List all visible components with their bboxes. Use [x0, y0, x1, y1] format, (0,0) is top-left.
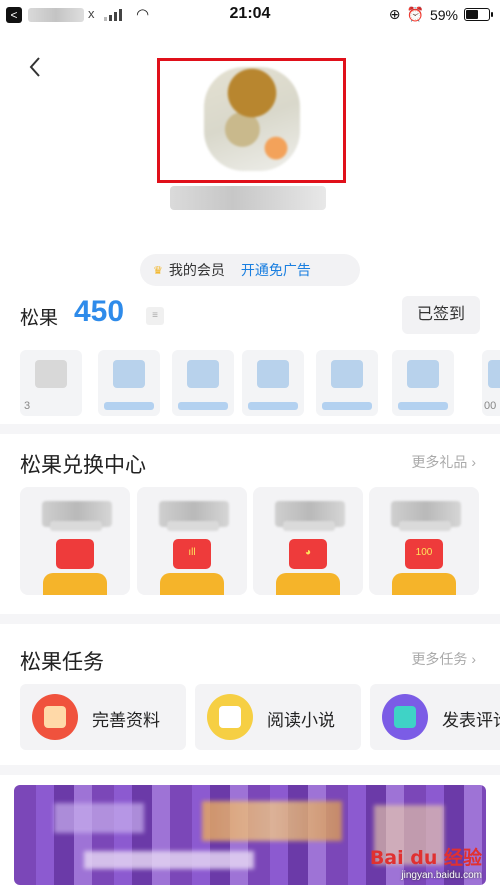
day-card[interactable]	[392, 350, 454, 416]
gift-card[interactable]: ıll	[137, 487, 247, 595]
alarm-icon: ⏰	[406, 6, 424, 22]
section-divider	[0, 424, 500, 434]
watermark-logo: Bai du 经验	[369, 847, 482, 869]
rotation-lock-icon: ⊕	[388, 6, 401, 22]
points-detail-icon[interactable]: ≡	[146, 307, 164, 325]
ad-free-link[interactable]: 开通免广告	[241, 260, 311, 280]
task-card-profile[interactable]: 完善资料	[20, 684, 186, 750]
task-label: 发表评论	[442, 711, 500, 730]
status-bar: < x ◠ 21:04 ⊕ ⏰ 59%	[0, 0, 500, 30]
checkin-days-strip[interactable]: 3 00	[20, 350, 500, 416]
task-label: 完善资料	[92, 711, 160, 730]
battery-fill	[466, 10, 478, 19]
crown-icon: ♛	[153, 264, 163, 277]
promo-banner[interactable]: Bai du 经验 jingyan.baidu.com	[14, 785, 486, 885]
more-gifts-link[interactable]: 更多礼品 ›	[411, 452, 476, 472]
day-card[interactable]: 3	[20, 350, 82, 416]
back-button[interactable]	[24, 55, 48, 79]
checkin-button[interactable]: 已签到	[402, 296, 480, 334]
day-card[interactable]	[172, 350, 234, 416]
day-card[interactable]	[98, 350, 160, 416]
member-bar[interactable]: ♛ 我的会员 开通免广告	[140, 254, 360, 286]
battery-icon	[464, 8, 493, 21]
chevron-left-icon	[29, 57, 40, 77]
comment-icon	[382, 694, 428, 740]
section-divider	[0, 765, 500, 775]
day-card[interactable]: 00	[482, 350, 500, 416]
points-label: 松果	[20, 308, 59, 329]
baidu-jingyan-watermark: Bai du 经验 jingyan.baidu.com	[370, 843, 482, 881]
member-label: 我的会员	[168, 262, 225, 278]
day-card[interactable]	[316, 350, 378, 416]
exchange-title: 松果兑换中心	[20, 454, 146, 477]
task-label: 阅读小说	[267, 711, 335, 730]
day-reward-text: 3	[24, 400, 31, 412]
username-blurred	[170, 186, 326, 210]
task-card-read[interactable]: 阅读小说	[195, 684, 361, 750]
battery-percent: 59%	[429, 6, 458, 23]
points-value: 450	[74, 295, 125, 328]
section-divider	[0, 614, 500, 624]
avatar-highlight-frame	[157, 58, 346, 183]
more-tasks-link[interactable]: 更多任务 ›	[411, 649, 476, 669]
day-reward-text: 00	[484, 400, 497, 412]
tasks-title: 松果任务	[20, 651, 104, 674]
book-icon	[207, 694, 253, 740]
profile-icon	[32, 694, 78, 740]
gift-card[interactable]: ◕	[253, 487, 363, 595]
watermark-url: jingyan.baidu.com	[401, 870, 482, 881]
gift-card[interactable]: 100	[369, 487, 479, 595]
task-card-comment[interactable]: 发表评论	[370, 684, 500, 750]
avatar[interactable]	[204, 67, 300, 171]
gift-box-icon	[56, 539, 94, 569]
gift-card[interactable]	[20, 487, 130, 595]
day-card[interactable]	[242, 350, 304, 416]
